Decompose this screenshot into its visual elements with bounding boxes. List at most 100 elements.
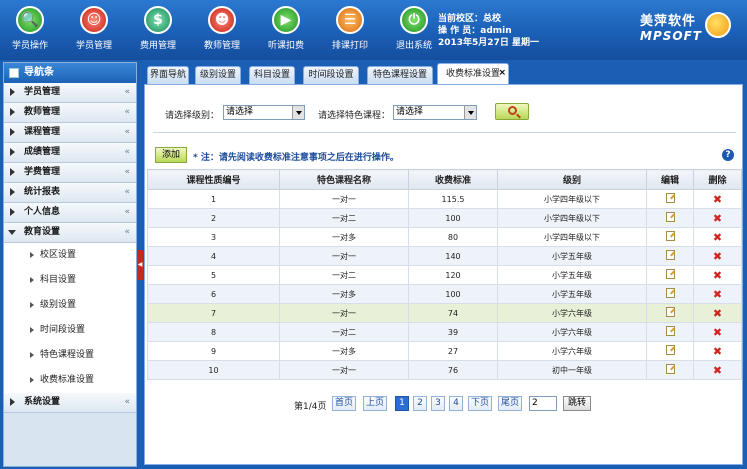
toolbar-button-2[interactable]: $ 费用管理 bbox=[128, 4, 188, 56]
current-campus: 当前校区：总校 bbox=[438, 14, 502, 24]
delete-icon[interactable]: ✖ bbox=[713, 232, 722, 243]
toolbar-button-4[interactable]: ▶ 听课扣费 bbox=[256, 4, 316, 56]
sidebar-item-5[interactable]: 统计报表 « bbox=[4, 183, 136, 203]
table-cell: 39 bbox=[408, 322, 498, 342]
toolbar-button-3[interactable]: ☻ 教师管理 bbox=[192, 4, 252, 56]
page-number-button[interactable]: 1 bbox=[395, 396, 409, 411]
toolbar-button-0[interactable]: 🔍 学员操作 bbox=[0, 4, 60, 56]
sidebar-item-0[interactable]: 学员管理 « bbox=[4, 83, 136, 103]
magnifier-icon: 🔍 bbox=[16, 6, 44, 34]
search-button[interactable] bbox=[495, 103, 529, 120]
delete-icon[interactable]: ✖ bbox=[713, 327, 722, 338]
table-cell: 小学四年级以下 bbox=[497, 227, 647, 247]
page-number-button[interactable]: 3 bbox=[431, 396, 445, 411]
help-icon[interactable]: ? bbox=[722, 149, 734, 161]
submenu-item-4[interactable]: 特色课程设置 bbox=[4, 343, 136, 368]
sidebar-item-6[interactable]: 个人信息 « bbox=[4, 203, 136, 223]
sidebar-item-4[interactable]: 学费管理 « bbox=[4, 163, 136, 183]
toolbar-button-1[interactable]: ☺ 学员管理 bbox=[64, 4, 124, 56]
next-page-button[interactable]: 下页 bbox=[468, 396, 492, 411]
toolbar-button-5[interactable]: ☰ 排课打印 bbox=[320, 4, 380, 56]
delete-icon[interactable]: ✖ bbox=[713, 289, 722, 300]
column-header[interactable]: 特色课程名称 bbox=[279, 169, 409, 190]
column-header[interactable]: 删除 bbox=[693, 169, 742, 190]
table-cell: 8 bbox=[147, 322, 280, 342]
page-number-input[interactable]: 2 bbox=[529, 396, 557, 411]
delete-icon[interactable]: ✖ bbox=[713, 365, 722, 376]
tab-2[interactable]: 科目设置 bbox=[249, 66, 295, 84]
toolbar-button-label: 排课打印 bbox=[331, 41, 368, 51]
current-date: 2013年5月27日 星期一 bbox=[438, 38, 539, 48]
edit-icon[interactable] bbox=[665, 231, 675, 241]
table-cell: 初中一年级 bbox=[497, 360, 647, 380]
delete-icon[interactable]: ✖ bbox=[713, 270, 722, 281]
submenu-item-2[interactable]: 级别设置 bbox=[4, 293, 136, 318]
bullet-arrow-icon bbox=[30, 377, 34, 383]
column-header[interactable]: 课程性质编号 bbox=[147, 169, 280, 190]
table-row[interactable]: 10 一对一 76 初中一年级 ✖ bbox=[147, 360, 742, 380]
table-row[interactable]: 5 一对二 120 小学五年级 ✖ bbox=[147, 265, 742, 285]
action-row: 添加 * 注：请先阅读收费标准注意事项之后在进行操作。 ? bbox=[153, 143, 736, 167]
submenu-item-0[interactable]: 校区设置 bbox=[4, 243, 136, 268]
table-row[interactable]: 1 一对一 115.5 小学四年级以下 ✖ bbox=[147, 189, 742, 209]
sidebar-item-2[interactable]: 课程管理 « bbox=[4, 123, 136, 143]
pagination: 第1/4页 首页 上页 1234 下页 尾页 2 跳转 bbox=[145, 396, 744, 412]
edit-icon[interactable] bbox=[665, 345, 675, 355]
delete-icon[interactable]: ✖ bbox=[713, 346, 722, 357]
delete-cell: ✖ bbox=[693, 189, 742, 209]
page-number-button[interactable]: 4 bbox=[449, 396, 463, 411]
tab-3[interactable]: 时间段设置 bbox=[303, 66, 359, 84]
sidebar-item-1[interactable]: 教师管理 « bbox=[4, 103, 136, 123]
tab-0[interactable]: 界面导航 bbox=[147, 66, 189, 84]
delete-cell: ✖ bbox=[693, 265, 742, 285]
sidebar-item-7[interactable]: 教育设置 « bbox=[4, 223, 136, 243]
delete-icon[interactable]: ✖ bbox=[713, 251, 722, 262]
filter-bar: 请选择级别： 请选择 请选择特色课程： 请选择 bbox=[153, 93, 736, 133]
edit-icon[interactable] bbox=[665, 326, 675, 336]
level-select[interactable]: 请选择 bbox=[223, 105, 305, 120]
column-header[interactable]: 编辑 bbox=[646, 169, 694, 190]
go-page-button[interactable]: 跳转 bbox=[563, 396, 591, 411]
edit-icon[interactable] bbox=[665, 269, 675, 279]
toolbar-button-6[interactable]: ⏻ 退出系统 bbox=[384, 4, 444, 56]
tab-5[interactable]: 收费标准设置 × bbox=[437, 63, 509, 84]
session-info: 当前校区：总校 操 作 员：admin 2013年5月27日 星期一 bbox=[438, 13, 539, 49]
table-row[interactable]: 7 一对一 74 小学六年级 ✖ bbox=[147, 303, 742, 323]
delete-icon[interactable]: ✖ bbox=[713, 194, 722, 205]
delete-icon[interactable]: ✖ bbox=[713, 308, 722, 319]
tab-1[interactable]: 级别设置 bbox=[195, 66, 241, 84]
table-row[interactable]: 4 一对一 140 小学五年级 ✖ bbox=[147, 246, 742, 266]
edit-icon[interactable] bbox=[665, 193, 675, 203]
edit-icon[interactable] bbox=[665, 212, 675, 222]
table-row[interactable]: 2 一对二 100 小学四年级以下 ✖ bbox=[147, 208, 742, 228]
add-button[interactable]: 添加 bbox=[155, 147, 187, 163]
submenu-item-5[interactable]: 收费标准设置 bbox=[4, 368, 136, 393]
sidebar-item-label: 系统设置 bbox=[24, 397, 61, 407]
edit-icon[interactable] bbox=[665, 288, 675, 298]
edit-icon[interactable] bbox=[665, 307, 675, 317]
table-row[interactable]: 6 一对多 100 小学五年级 ✖ bbox=[147, 284, 742, 304]
toolbar-button-label: 学员操作 bbox=[11, 41, 48, 51]
prev-page-button[interactable]: 上页 bbox=[363, 396, 387, 411]
delete-icon[interactable]: ✖ bbox=[713, 213, 722, 224]
close-tab-icon[interactable]: × bbox=[498, 63, 506, 83]
table-row[interactable]: 3 一对多 80 小学四年级以下 ✖ bbox=[147, 227, 742, 247]
last-page-button[interactable]: 尾页 bbox=[498, 396, 522, 411]
sidebar-item-3[interactable]: 成绩管理 « bbox=[4, 143, 136, 163]
sidebar-item-system-settings[interactable]: 系统设置 « bbox=[4, 393, 136, 413]
edit-icon[interactable] bbox=[665, 250, 675, 260]
table-row[interactable]: 8 一对二 39 小学六年级 ✖ bbox=[147, 322, 742, 342]
sidebar-collapse-handle[interactable]: ◀ bbox=[137, 250, 143, 280]
delete-cell: ✖ bbox=[693, 322, 742, 342]
submenu-item-3[interactable]: 时间段设置 bbox=[4, 318, 136, 343]
first-page-button[interactable]: 首页 bbox=[332, 396, 356, 411]
table-cell: 120 bbox=[408, 265, 498, 285]
column-header[interactable]: 级别 bbox=[497, 169, 647, 190]
course-select[interactable]: 请选择 bbox=[393, 105, 477, 120]
column-header[interactable]: 收费标准 bbox=[408, 169, 498, 190]
edit-icon[interactable] bbox=[665, 364, 675, 374]
table-row[interactable]: 9 一对多 27 小学六年级 ✖ bbox=[147, 341, 742, 361]
submenu-item-1[interactable]: 科目设置 bbox=[4, 268, 136, 293]
page-number-button[interactable]: 2 bbox=[413, 396, 427, 411]
tab-4[interactable]: 特色课程设置 bbox=[367, 66, 433, 84]
